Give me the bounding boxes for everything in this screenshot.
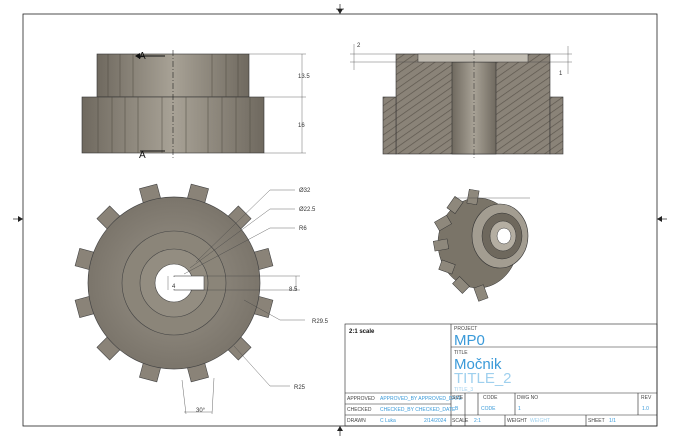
dim-angle: 30°	[196, 408, 206, 414]
project-value: MP0	[454, 332, 485, 349]
dim-section-left: 2	[357, 43, 361, 49]
size-label: SIZE	[452, 395, 464, 401]
weight-label: WEIGHT	[507, 418, 527, 424]
rev-value: 1.0	[642, 406, 649, 412]
approved-value: APPROVED_BY APPROVED_DATE	[380, 396, 462, 402]
sheet-value: 1/1	[609, 418, 616, 424]
title2-value: TITLE_2	[454, 370, 512, 387]
dim-dia-outer: Ø32	[299, 188, 311, 194]
code-label: CODE	[483, 395, 498, 401]
weight-value: WEIGHT	[530, 418, 550, 424]
dim-radius-tooth: R29.5	[312, 319, 329, 325]
approved-label: APPROVED	[347, 396, 375, 402]
code-value: CODE	[481, 406, 496, 412]
dim-key-depth: 8.5	[289, 287, 298, 293]
section-label-bottom: A	[139, 150, 146, 161]
center-mark-right	[657, 216, 667, 222]
scale-label: SCALE	[452, 418, 469, 424]
keyway	[173, 275, 205, 291]
checked-label: CHECKED	[347, 407, 372, 413]
checked-value: CHECKED_BY CHECKED_DATE	[380, 407, 456, 413]
dwg-value: 1	[518, 406, 521, 412]
dim-front-lower: 16	[298, 123, 305, 129]
dwg-label: DWG NO	[517, 395, 538, 401]
scale-note: 2:1 scale	[349, 329, 375, 335]
section-label-top: A	[139, 51, 146, 62]
center-mark-top	[336, 4, 344, 14]
title-block-text: 2:1 scale PROJECT MP0 TITLE Močnik TITLE…	[347, 326, 652, 424]
top-view: Ø32 Ø22.5 R6 4 8.5 R29.5 R25 30°	[74, 183, 329, 415]
title3-value: TITLE_3	[454, 387, 473, 393]
center-mark-bottom	[337, 426, 343, 436]
front-view: A A 13.5 16	[81, 50, 310, 161]
dim-dia-inner: Ø22.5	[299, 207, 316, 213]
center-mark-left	[13, 216, 23, 222]
scale-value: 2:1	[474, 418, 481, 424]
dim-section-right: 1	[559, 71, 563, 77]
drawn-date: 2/14/2024	[424, 418, 446, 424]
drawn-by: C Luka	[380, 418, 396, 424]
sheet-label: SHEET	[588, 418, 605, 424]
isometric-view	[432, 188, 530, 302]
rev-label: REV	[641, 395, 652, 401]
size-value: B	[455, 406, 459, 412]
dim-radius-hub: R6	[299, 226, 307, 232]
section-view: 2 1	[350, 43, 572, 158]
dim-radius-root: R25	[294, 385, 306, 391]
dim-front-upper: 13.5	[298, 74, 310, 80]
drawn-label: DRAWN	[347, 418, 366, 424]
drawing-sheet: A A 13.5 16 2 1 Ø32 Ø22.5 R6 4 8.5 R29.5…	[13, 4, 667, 436]
